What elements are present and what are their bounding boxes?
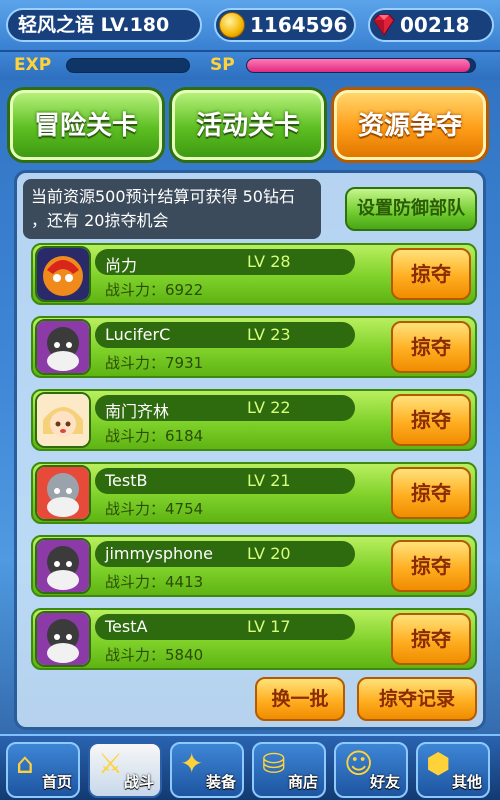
nav-label: 装备 bbox=[205, 773, 236, 791]
name-strip: jimmysphone LV 20 bbox=[95, 541, 355, 567]
name-strip: LuciferC LV 23 bbox=[95, 322, 355, 348]
plunder-button[interactable]: 掠夺 bbox=[391, 540, 471, 592]
opponent-name: LuciferC bbox=[105, 325, 171, 344]
nav-label: 首页 bbox=[41, 773, 72, 791]
coin-counter[interactable]: 1164596 bbox=[214, 8, 356, 42]
tab-event[interactable]: 活动关卡 bbox=[172, 90, 324, 160]
name-strip: 尚力 LV 28 bbox=[95, 249, 355, 275]
exp-label: EXP bbox=[14, 55, 52, 75]
avatar bbox=[35, 392, 91, 448]
other-icon: ⬢ bbox=[426, 747, 451, 780]
name-strip: TestB LV 21 bbox=[95, 468, 355, 494]
opponent-power: 战斗力：5840 bbox=[105, 646, 204, 664]
opponent-level: LV 20 bbox=[247, 544, 291, 563]
nav-battle[interactable]: ⚔ 战斗 bbox=[88, 742, 162, 798]
avatar bbox=[35, 465, 91, 521]
opponent-name: 南门齐林 bbox=[105, 402, 170, 421]
gem-amount: 00218 bbox=[400, 13, 470, 37]
opponent-power: 战斗力：7931 bbox=[105, 354, 204, 372]
nav-other[interactable]: ⬢ 其他 bbox=[416, 742, 490, 798]
gem-counter[interactable]: 00218 bbox=[368, 8, 494, 42]
set-defense-button[interactable]: 设置防御部队 bbox=[345, 187, 477, 231]
plunder-button[interactable]: 掠夺 bbox=[391, 321, 471, 373]
opponent-power: 战斗力：6184 bbox=[105, 427, 204, 445]
coin-amount: 1164596 bbox=[250, 13, 348, 37]
plunder-button[interactable]: 掠夺 bbox=[391, 467, 471, 519]
opponent-row: TestB LV 21 战斗力：4754 掠夺 bbox=[31, 462, 477, 524]
resource-info-line1: 当前资源500预计结算可获得 50钻石 bbox=[31, 187, 295, 206]
status-bars: EXP SP bbox=[0, 52, 500, 80]
friends-icon: ☺ bbox=[344, 747, 374, 780]
resource-info: 当前资源500预计结算可获得 50钻石 ，还有 20掠夺机会 bbox=[23, 179, 321, 239]
opponent-name: 尚力 bbox=[105, 256, 138, 275]
plunder-button[interactable]: 掠夺 bbox=[391, 613, 471, 665]
opponent-level: LV 22 bbox=[247, 398, 291, 417]
opponent-name: jimmysphone bbox=[105, 544, 213, 563]
nav-friends[interactable]: ☺ 好友 bbox=[334, 742, 408, 798]
opponent-level: LV 23 bbox=[247, 325, 291, 344]
opponent-row: LuciferC LV 23 战斗力：7931 掠夺 bbox=[31, 316, 477, 378]
sp-bar-fill bbox=[247, 59, 471, 72]
refresh-button[interactable]: 换一批 bbox=[255, 677, 345, 721]
sp-bar bbox=[246, 58, 476, 73]
nav-label: 战斗 bbox=[123, 773, 154, 791]
opponent-power: 战斗力：6922 bbox=[105, 281, 204, 299]
avatar bbox=[35, 538, 91, 594]
nav-home[interactable]: ⌂ 首页 bbox=[6, 742, 80, 798]
opponent-level: LV 21 bbox=[247, 471, 291, 490]
opponent-name: TestB bbox=[105, 471, 148, 490]
plunder-button[interactable]: 掠夺 bbox=[391, 394, 471, 446]
opponent-power: 战斗力：4413 bbox=[105, 573, 204, 591]
avatar bbox=[35, 246, 91, 302]
opponent-level: LV 28 bbox=[247, 252, 291, 271]
tab-resource-battle[interactable]: 资源争夺 bbox=[334, 90, 486, 160]
nav-label: 好友 bbox=[369, 773, 400, 791]
exp-bar bbox=[66, 58, 190, 73]
coin-icon bbox=[219, 12, 245, 38]
bottom-nav: ⌂ 首页 ⚔ 战斗 ✦ 装备 ⛁ 商店 ☺ 好友 ⬢ 其他 bbox=[0, 734, 500, 800]
top-bar: 轻风之语 LV.180 1164596 00218 bbox=[0, 0, 500, 52]
opponent-power: 战斗力：4754 bbox=[105, 500, 204, 518]
name-strip: 南门齐林 LV 22 bbox=[95, 395, 355, 421]
name-strip: TestA LV 17 bbox=[95, 614, 355, 640]
shop-icon: ⛁ bbox=[262, 747, 286, 780]
opponent-row: jimmysphone LV 20 战斗力：4413 掠夺 bbox=[31, 535, 477, 597]
home-icon: ⌂ bbox=[16, 747, 34, 780]
avatar bbox=[35, 611, 91, 667]
battle-icon: ⚔ bbox=[98, 747, 124, 780]
plunder-button[interactable]: 掠夺 bbox=[391, 248, 471, 300]
tab-adventure[interactable]: 冒险关卡 bbox=[10, 90, 162, 160]
nav-shop[interactable]: ⛁ 商店 bbox=[252, 742, 326, 798]
plunder-history-button[interactable]: 掠夺记录 bbox=[357, 677, 477, 721]
gem-icon bbox=[373, 14, 395, 36]
resource-battle-panel: 当前资源500预计结算可获得 50钻石 ，还有 20掠夺机会 设置防御部队 尚力… bbox=[14, 170, 486, 730]
sp-label: SP bbox=[210, 55, 235, 75]
opponent-row: 南门齐林 LV 22 战斗力：6184 掠夺 bbox=[31, 389, 477, 451]
nav-label: 商店 bbox=[287, 773, 318, 791]
nav-label: 其他 bbox=[451, 773, 482, 791]
opponent-row: TestA LV 17 战斗力：5840 掠夺 bbox=[31, 608, 477, 670]
nav-equipment[interactable]: ✦ 装备 bbox=[170, 742, 244, 798]
avatar bbox=[35, 319, 91, 375]
opponent-level: LV 17 bbox=[247, 617, 291, 636]
equipment-icon: ✦ bbox=[180, 747, 204, 780]
opponent-name: TestA bbox=[105, 617, 148, 636]
player-name-level[interactable]: 轻风之语 LV.180 bbox=[6, 8, 202, 42]
opponent-row: 尚力 LV 28 战斗力：6922 掠夺 bbox=[31, 243, 477, 305]
resource-info-line2: ，还有 20掠夺机会 bbox=[31, 211, 169, 230]
